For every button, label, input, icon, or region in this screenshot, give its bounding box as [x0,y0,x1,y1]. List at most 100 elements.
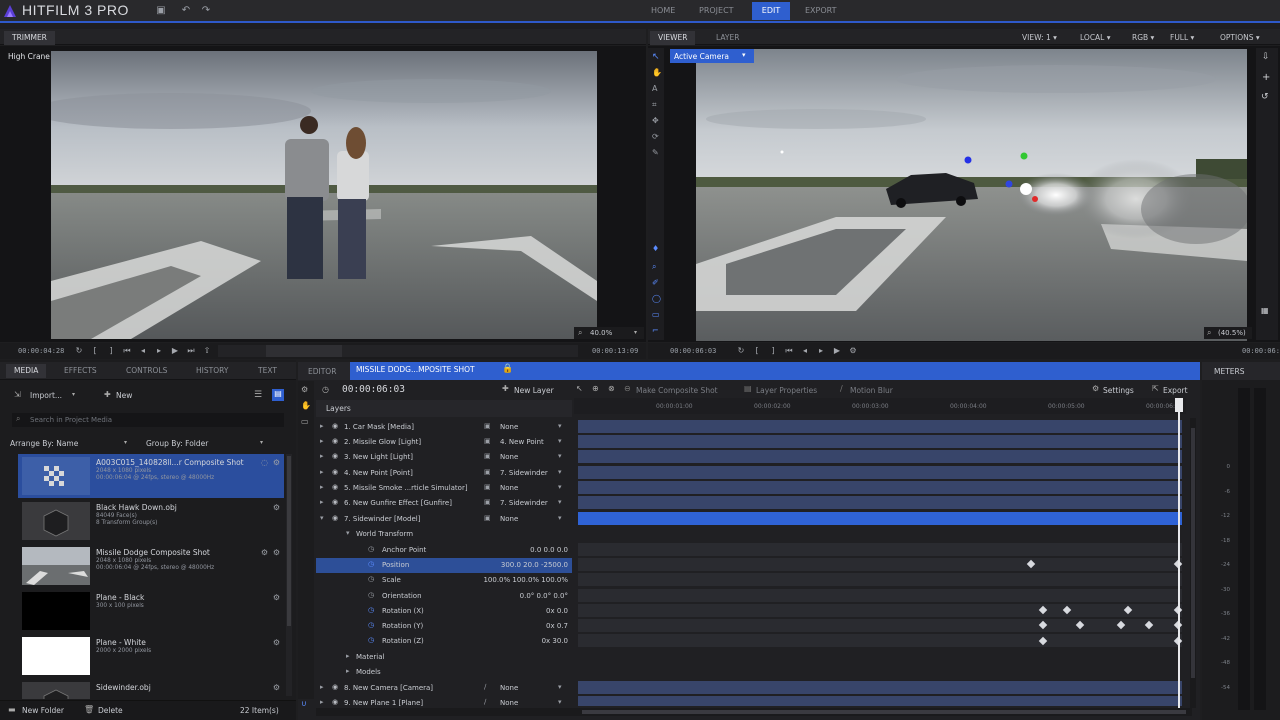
add-icon[interactable]: + [1262,72,1270,83]
chevron-down-icon[interactable]: ▾ [558,452,562,460]
chevron-down-icon[interactable]: ▾ [558,683,562,691]
visibility-icon[interactable]: ◉ [332,498,338,506]
tab-edit[interactable]: EDIT [752,2,790,20]
loop-icon[interactable]: ↻ [736,346,746,356]
tab-controls[interactable]: CONTROLS [118,364,175,378]
group-row[interactable]: ▸ Models [316,665,572,680]
viewer-zoom-control[interactable]: ⌕ (40.5%) [1204,327,1252,339]
gear-icon[interactable]: ⚙ [273,548,280,557]
expand-icon[interactable]: ▸ [320,698,324,706]
property-row[interactable]: ◷ Scale 100.0% 100.0% 100.0% [316,573,572,588]
layer-row[interactable]: ▸ ◉ 3. New Light [Light] ▣ None ▾ [316,450,572,465]
text-tool-icon[interactable]: A [652,84,657,93]
list-view-icon[interactable]: ☰ [254,390,262,400]
keyframe-toggle-icon[interactable]: ◷ [368,636,374,644]
eyedropper-tool-icon[interactable]: ⌐ [652,326,659,335]
media-item[interactable]: Missile Dodge Composite Shot 2048 x 1080… [18,544,284,588]
tab-trimmer[interactable]: TRIMMER [4,31,55,45]
crop-tool-icon[interactable]: ⌗ [652,100,657,110]
visibility-icon[interactable]: ◉ [332,468,338,476]
expand-icon[interactable]: ▸ [320,498,324,506]
property-row[interactable]: ◷ Rotation (Z) 0x 30.0 [316,634,572,649]
track-bar[interactable] [578,420,1182,433]
visibility-icon[interactable]: ◉ [332,422,338,430]
grid-view-icon[interactable]: ▤ [272,389,284,401]
expand-icon[interactable]: ▸ [320,683,324,691]
tab-editor[interactable]: EDITOR [298,362,350,380]
keyframe-toggle-icon[interactable]: ◷ [368,560,374,568]
trim-range[interactable] [266,345,342,357]
zoom-tool-icon[interactable]: ⌕ [652,262,656,272]
loop-icon[interactable]: ↻ [74,346,84,356]
clock-icon[interactable]: ◷ [322,385,329,394]
insert-icon[interactable]: ⇧ [202,346,212,356]
tab-viewer[interactable]: VIEWER [650,31,696,45]
step-back-icon[interactable]: ◂ [800,346,810,356]
timeline-v-scrollbar[interactable] [1190,418,1196,708]
editor-timecode[interactable]: 00:00:06:03 [342,384,405,395]
mark-out-icon[interactable]: ] [106,346,116,356]
redo-icon[interactable]: ↷ [199,4,213,18]
keyframe-toggle-icon[interactable]: ◷ [368,621,374,629]
expand-icon[interactable]: ▸ [320,452,324,460]
search-input[interactable]: ⌕ Search in Project Media [12,413,284,427]
cursor-icon[interactable]: ↖ [576,384,583,393]
tab-layer[interactable]: LAYER [708,31,747,45]
brush-tool-icon[interactable]: ✐ [652,278,659,287]
track-bar-selected[interactable] [578,512,1182,525]
layer-type-icon[interactable]: ▣ [484,422,491,430]
expand-icon[interactable]: ▸ [320,422,324,430]
group-row[interactable]: ▸ Material [316,650,572,665]
layer-row[interactable]: ▾ ◉ 7. Sidewinder [Model] ▣ None ▾ [316,512,572,527]
track-bar[interactable] [578,466,1182,479]
track-bar[interactable] [578,481,1182,494]
tab-effects[interactable]: EFFECTS [56,364,105,378]
prev-frame-icon[interactable]: ⏮ [784,346,794,356]
layer-type-icon[interactable]: ∕ [484,683,486,691]
track-bar[interactable] [578,681,1182,694]
expand-icon[interactable]: ▸ [320,483,324,491]
gear-icon[interactable]: ⚙ [273,503,280,512]
expand-icon[interactable]: ▸ [320,437,324,445]
layer-type-icon[interactable]: ∕ [484,698,486,706]
chevron-down-icon[interactable]: ▾ [558,468,562,476]
media-item[interactable]: Plane - Black 300 x 100 pixels ⚙ [18,589,284,633]
property-row[interactable]: ◷ Rotation (Y) 0x 0.7 [316,619,572,634]
expand-icon[interactable]: ▸ [320,468,324,476]
tab-home[interactable]: HOME [642,2,684,20]
pin-icon[interactable]: ⇩ [1262,52,1270,62]
play-icon[interactable]: ▶ [170,346,180,356]
options-dropdown[interactable]: OPTIONS ▾ [1220,31,1260,45]
rotate-tool-icon[interactable]: ⟳ [652,132,659,141]
roll-icon[interactable]: ⊗ [608,384,615,393]
channel-dropdown[interactable]: RGB ▾ [1132,31,1154,45]
chevron-down-icon[interactable]: ▾ [558,437,562,445]
layer-row[interactable]: ▸ ◉ 4. New Point [Point] ▣ 7. Sidewinder ▾ [316,466,572,481]
tab-text[interactable]: TEXT [250,364,285,378]
media-scrollbar[interactable] [286,454,292,696]
resolution-dropdown[interactable]: FULL ▾ [1170,31,1194,45]
playhead-handle[interactable] [1175,398,1183,412]
layer-row[interactable]: ▸ ◉ 1. Car Mask [Media] ▣ None ▾ [316,420,572,435]
pen-tool-icon[interactable]: ✎ [652,148,659,157]
arrange-dropdown[interactable]: Arrange By: Name ▾ [8,437,134,450]
visibility-icon[interactable]: ◉ [332,437,338,445]
visibility-icon[interactable]: ◉ [332,683,338,691]
keyframe-toggle-icon[interactable]: ◷ [368,591,374,599]
layer-row[interactable]: ▸ ◉ 2. Missile Glow [Light] ▣ 4. New Point ▾ [316,435,572,450]
lock-icon[interactable]: 🔒 [502,364,513,374]
visibility-icon[interactable]: ◉ [332,698,338,706]
visibility-icon[interactable]: ◉ [332,483,338,491]
proxy-icon[interactable]: ◌ [261,458,268,467]
viewer-video-frame[interactable] [696,49,1247,341]
visibility-icon[interactable]: ◉ [332,452,338,460]
tab-export[interactable]: EXPORT [796,2,846,20]
layer-type-icon[interactable]: ▣ [484,452,491,460]
property-row[interactable]: ◷ Rotation (X) 0x 0.0 [316,604,572,619]
play-icon[interactable]: ▶ [832,346,842,356]
settings-icon[interactable]: ⚙ [848,346,858,356]
chevron-down-icon[interactable]: ▾ [558,422,562,430]
step-forward-icon[interactable]: ▸ [154,346,164,356]
scrollbar-thumb[interactable] [582,710,1186,714]
view-dropdown[interactable]: VIEW: 1 ▾ [1022,31,1057,45]
